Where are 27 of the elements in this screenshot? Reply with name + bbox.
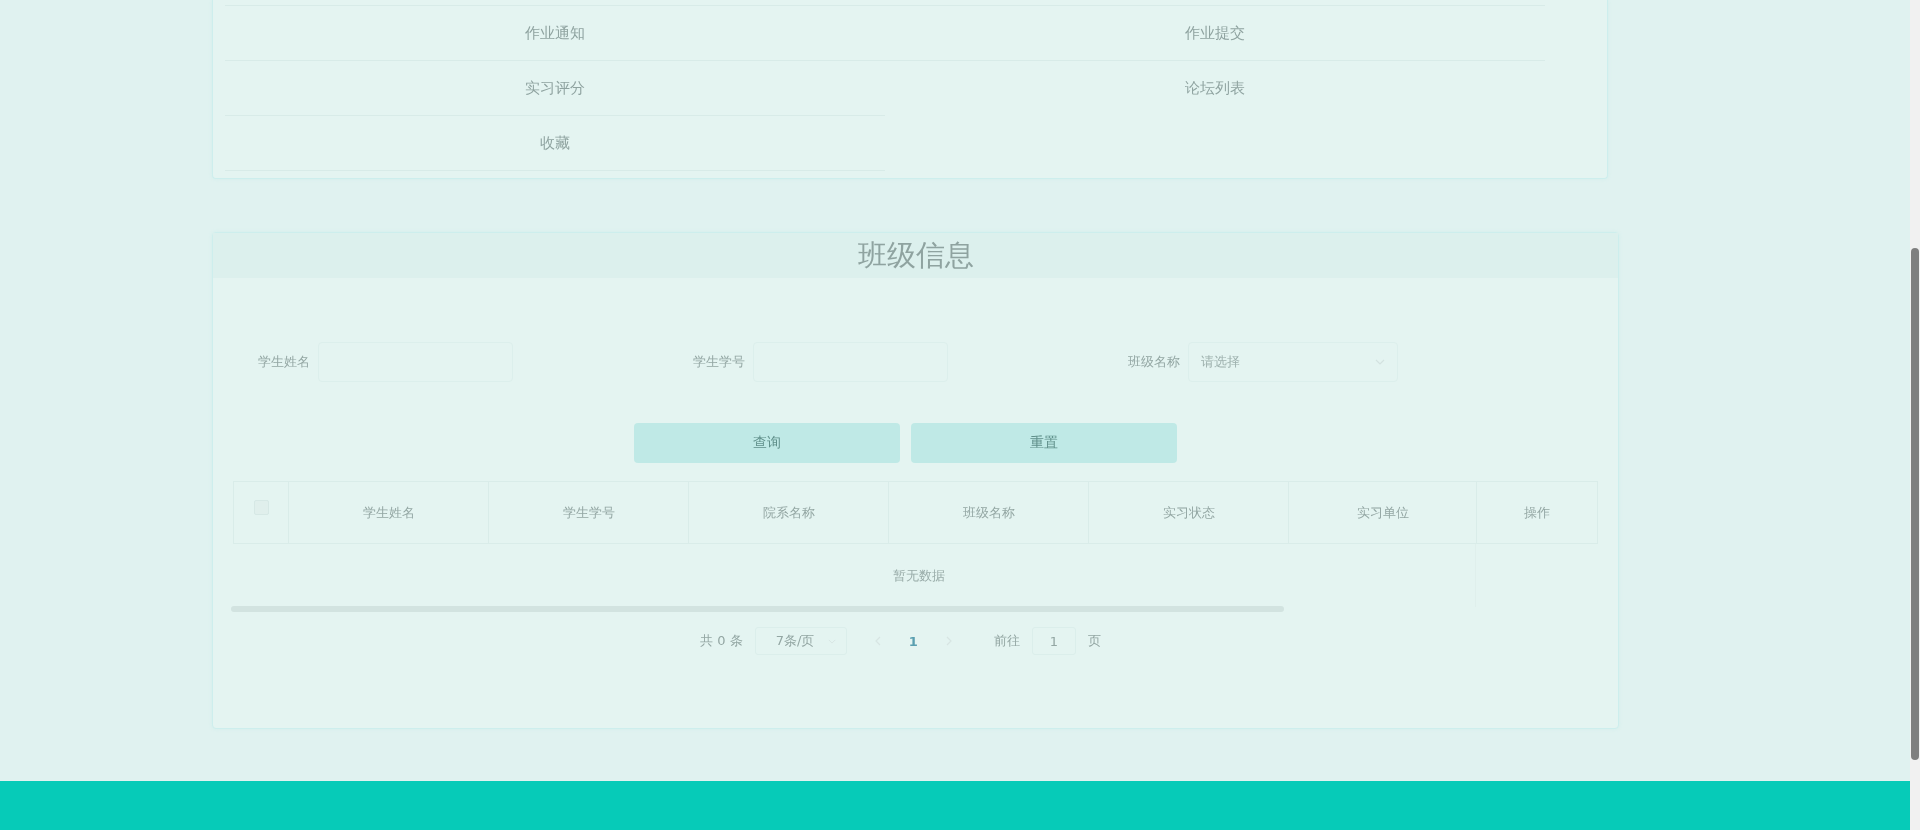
field-label: 学生学号: [693, 353, 745, 371]
column-header: 院系名称: [762, 503, 815, 522]
column-header: 实习状态: [1162, 503, 1215, 522]
menu-link[interactable]: 作业通知: [525, 23, 585, 43]
empty-message: 暂无数据: [893, 566, 945, 585]
goto-label: 前往: [993, 632, 1020, 650]
reset-button[interactable]: 重置: [911, 423, 1177, 463]
column-header: 班级名称: [962, 503, 1015, 522]
select-field[interactable]: 请选择: [1188, 342, 1398, 382]
page-size-select[interactable]: 7条/页: [754, 627, 847, 655]
menu-link[interactable]: 作业提交: [1185, 23, 1245, 43]
panel-title: 班级信息: [857, 236, 974, 274]
page-suffix: 页: [1087, 632, 1101, 650]
page-number[interactable]: 1: [908, 633, 918, 649]
menu-link[interactable]: 实习评分: [525, 78, 585, 98]
column-header: 学生学号: [562, 503, 615, 522]
column-header: 学生姓名: [362, 503, 415, 522]
menu-link[interactable]: 收藏: [540, 133, 570, 153]
menu-link[interactable]: 论坛列表: [1185, 78, 1245, 98]
field-label: 班级名称: [1128, 353, 1180, 371]
column-header: 操作: [1524, 503, 1550, 522]
field-label: 学生姓名: [258, 353, 310, 371]
search-button[interactable]: 查询: [634, 423, 900, 463]
page-input[interactable]: 1: [1031, 627, 1076, 655]
column-header: 实习单位: [1356, 503, 1409, 522]
total-count: 共 0 条: [700, 632, 743, 650]
scrollbar-thumb[interactable]: [1911, 248, 1919, 760]
